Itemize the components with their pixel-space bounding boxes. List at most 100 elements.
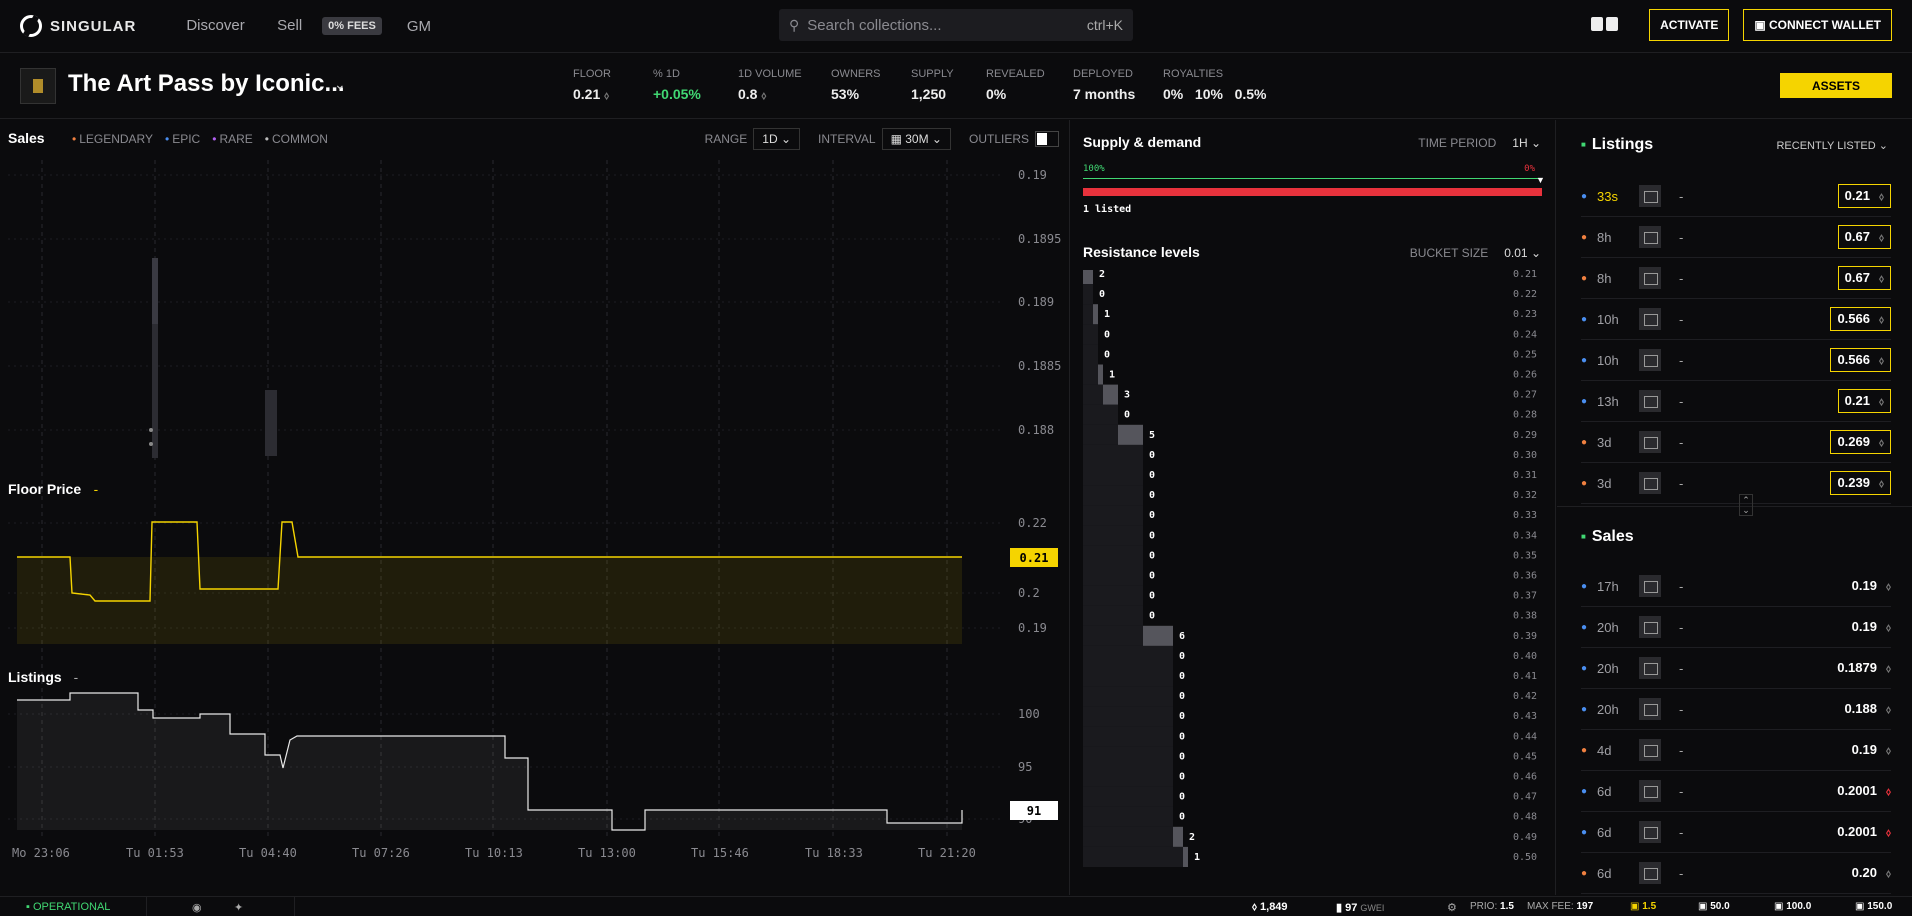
max-fee: MAX FEE: 197 [1527, 901, 1594, 912]
row-time: 3d [1597, 434, 1612, 450]
sales-candle [265, 390, 277, 456]
resistance-levels-chart[interactable]: 2 0.21 0 0.22 1 0.23 0 0.24 0 0.25 1 0.26 3 0.27 0 0.28… [1071, 270, 1556, 890]
discord-icon[interactable]: ◉ [192, 901, 202, 914]
search-placeholder: Search collections... [807, 16, 942, 34]
prio-fee: PRIO: 1.5 [1470, 901, 1514, 912]
resistance-count: 0 [1124, 410, 1130, 421]
row-dash: - [1679, 824, 1684, 840]
resistance-count: 5 [1149, 430, 1155, 441]
listing-row[interactable]: ● 8h - 0.67 ⬨ [1581, 217, 1891, 258]
nav-gm[interactable]: GM [407, 18, 431, 35]
bucket-size-select[interactable]: 0.01 ⌄ [1504, 246, 1541, 260]
resistance-price: 0.24 [1513, 329, 1537, 340]
resistance-price: 0.36 [1513, 571, 1537, 582]
search-shortcut: ctrl+K [1086, 17, 1123, 33]
connect-wallet-button[interactable]: ▣ CONNECT WALLET [1743, 9, 1892, 41]
listing-row[interactable]: ● 8h - 0.67 ⬨ [1581, 258, 1891, 299]
preset-2[interactable]: ▣ 50.0 [1698, 901, 1730, 912]
cumulative-depth [1083, 806, 1173, 827]
listing-row[interactable]: ● 10h - 0.566 ⬨ [1581, 299, 1891, 340]
floor-chart-title: Floor Price [8, 481, 81, 497]
nav-discover[interactable]: Discover [186, 17, 244, 34]
time-period-select[interactable]: 1H ⌄ [1512, 136, 1541, 150]
activate-button[interactable]: ACTIVATE [1649, 9, 1730, 41]
resistance-price: 0.40 [1513, 651, 1537, 662]
listing-row[interactable]: ● 10h - 0.566 ⬨ [1581, 340, 1891, 381]
listings-sort-select[interactable]: RECENTLY LISTED ⌄ [1776, 139, 1888, 152]
resistance-bar [1118, 424, 1143, 445]
resistance-price: 0.33 [1513, 510, 1537, 521]
row-time: 20h [1597, 660, 1619, 676]
eth-icon: ⬨ [1882, 786, 1891, 798]
row-dash: - [1679, 434, 1684, 450]
row-dash: - [1679, 270, 1684, 286]
row-price: 0.1879 ⬨ [1837, 660, 1891, 675]
assets-button[interactable]: ASSETS [1780, 73, 1892, 98]
sale-row[interactable]: ● 20h - 0.19 ⬨ [1581, 607, 1891, 648]
singular-logo-icon [20, 15, 42, 37]
resistance-price: 0.38 [1513, 611, 1537, 622]
preset-4[interactable]: ▣ 150.0 [1855, 901, 1892, 912]
sales-point [149, 428, 153, 432]
nft-thumbnail [1639, 431, 1661, 453]
sales-y-tick: 0.189 [1018, 295, 1054, 309]
eth-icon: ⬨ [1875, 437, 1884, 449]
resistance-count: 0 [1149, 510, 1155, 521]
resistance-count: 1 [1104, 309, 1110, 320]
listing-row[interactable]: ● 3d - 0.269 ⬨ [1581, 422, 1891, 463]
stat-revealed: REVEALED 0% [986, 68, 1045, 102]
settings-gear-icon[interactable]: ⚙ [1447, 901, 1457, 914]
nav-sell[interactable]: Sell [277, 17, 302, 34]
eth-icon: ⬨ [761, 90, 767, 102]
row-time: 20h [1597, 619, 1619, 635]
row-dash: - [1679, 229, 1684, 245]
preset-1[interactable]: ▣ 1.5 [1630, 901, 1656, 912]
nft-thumbnail [1639, 390, 1661, 412]
resistance-count: 0 [1104, 329, 1110, 340]
listing-row[interactable]: ● 3d - 0.239 ⬨ [1581, 463, 1891, 504]
row-time: 8h [1597, 229, 1612, 245]
search-input[interactable]: ⚲ Search collections... ctrl+K [779, 9, 1133, 41]
row-price[interactable]: 0.566 ⬨ [1830, 348, 1891, 372]
resistance-count: 0 [1099, 289, 1105, 300]
layout-toggle-icon[interactable] [1591, 17, 1619, 33]
collection-title[interactable]: The Art Pass by Iconic... [68, 70, 345, 98]
row-price[interactable]: 0.21 ⬨ [1837, 389, 1891, 413]
row-dash: - [1679, 701, 1684, 717]
row-price[interactable]: 0.269 ⬨ [1830, 430, 1891, 454]
sale-row[interactable]: ● 17h - 0.19 ⬨ [1581, 566, 1891, 607]
sale-row[interactable]: ● 4d - 0.19 ⬨ [1581, 730, 1891, 771]
sale-row[interactable]: ● 20h - 0.1879 ⬨ [1581, 648, 1891, 689]
listing-row[interactable]: ● 13h - 0.21 ⬨ [1581, 381, 1891, 422]
resistance-count: 0 [1179, 792, 1185, 803]
row-price[interactable]: 0.67 ⬨ [1837, 266, 1891, 290]
cumulative-depth [1083, 505, 1143, 526]
resistance-count: 0 [1179, 671, 1185, 682]
eth-icon: ⬨ [604, 90, 610, 102]
row-price[interactable]: 0.67 ⬨ [1837, 225, 1891, 249]
row-price[interactable]: 0.566 ⬨ [1830, 307, 1891, 331]
brand-logo[interactable]: SINGULAR [20, 15, 136, 37]
resistance-price: 0.42 [1513, 691, 1537, 702]
resize-handle-icon[interactable]: ⌃ ⌄ [1739, 494, 1753, 516]
price-charts[interactable]: 0.19 0.1895 0.189 0.1885 0.188 Floor Pri… [0, 120, 1070, 895]
cumulative-depth [1083, 605, 1143, 626]
cumulative-depth [1083, 424, 1118, 445]
sale-row[interactable]: ● 6d - 0.2001 ⬨ [1581, 812, 1891, 853]
row-price[interactable]: 0.21 ⬨ [1837, 184, 1891, 208]
x-axis-tick-label: Tu 13:00 [578, 846, 636, 860]
cumulative-depth [1083, 826, 1173, 847]
x-axis-tick-label: Tu 10:13 [465, 846, 523, 860]
row-price: 0.19 ⬨ [1851, 578, 1891, 593]
cumulative-depth [1083, 384, 1103, 405]
listing-row[interactable]: ● 33s - 0.21 ⬨ [1581, 176, 1891, 217]
twitter-icon[interactable]: ✦ [234, 901, 243, 914]
chevron-down-icon[interactable]: ⌄ [334, 76, 346, 93]
sale-row[interactable]: ● 20h - 0.188 ⬨ [1581, 689, 1891, 730]
sale-row[interactable]: ● 6d - 0.2001 ⬨ [1581, 771, 1891, 812]
sale-row[interactable]: ● 6d - 0.20 ⬨ [1581, 853, 1891, 894]
preset-3[interactable]: ▣ 100.0 [1774, 901, 1811, 912]
resistance-count: 2 [1099, 270, 1105, 280]
row-price[interactable]: 0.239 ⬨ [1830, 471, 1891, 495]
search-icon: ⚲ [789, 16, 800, 33]
